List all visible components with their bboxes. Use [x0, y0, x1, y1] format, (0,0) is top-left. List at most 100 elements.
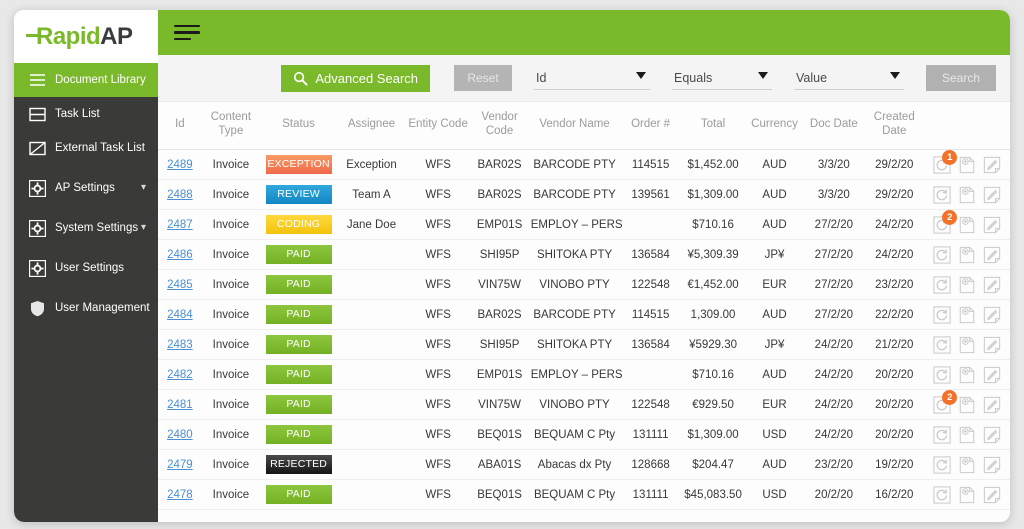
sidebar-item-external-task-list[interactable]: External Task List	[14, 131, 158, 165]
add-document-icon[interactable]	[958, 276, 976, 294]
edit-pencil-icon[interactable]	[983, 426, 1001, 444]
column-header-currency[interactable]: Currency	[745, 102, 804, 151]
history-refresh-icon[interactable]	[933, 186, 951, 204]
column-header-content-type[interactable]: Content Type	[201, 102, 261, 151]
cell-vendor-code: VIN75W	[470, 389, 529, 421]
add-document-icon[interactable]	[958, 246, 976, 264]
history-refresh-icon[interactable]: 1	[933, 149, 958, 174]
reset-button[interactable]: Reset	[454, 65, 512, 91]
edit-pencil-icon[interactable]	[983, 366, 1001, 384]
document-id-link[interactable]: 2481	[167, 399, 193, 411]
column-header-order[interactable]: Order #	[620, 102, 681, 151]
table-row[interactable]: 2483 Invoice PAID WFS SHI95P SHITOKA PTY 13658…	[158, 329, 1010, 361]
sidebar-item-label: User Settings	[55, 262, 125, 274]
document-id-link[interactable]: 2483	[167, 339, 193, 351]
cell-created-date: 20/2/20	[864, 359, 925, 391]
table-row[interactable]: 2482 Invoice PAID WFS EMP01S EMPLOY – PERS $71…	[158, 359, 1010, 391]
history-refresh-icon[interactable]	[933, 246, 951, 264]
sidebar-item-system-settings[interactable]: System Settings ▾	[14, 211, 158, 245]
sidebar-item-user-management[interactable]: User Management	[14, 291, 158, 325]
cell-content-type: Invoice	[201, 209, 261, 241]
add-document-icon[interactable]	[958, 156, 976, 174]
column-header-actions[interactable]	[924, 102, 1010, 151]
list-icon	[28, 105, 46, 123]
column-header-created-date[interactable]: Created Date	[864, 102, 925, 151]
sidebar-item-user-settings[interactable]: User Settings	[14, 251, 158, 285]
table-row[interactable]: 2487 Invoice CODING Jane Doe WFS EMP01S EMPLOY…	[158, 209, 1010, 241]
edit-pencil-icon[interactable]	[983, 156, 1001, 174]
history-refresh-icon[interactable]: 2	[933, 389, 958, 414]
document-id-link[interactable]: 2482	[167, 369, 193, 381]
add-document-icon[interactable]	[958, 366, 976, 384]
chevron-down-icon[interactable]: ▾	[141, 222, 146, 233]
document-id-link[interactable]: 2480	[167, 429, 193, 441]
advanced-search-button[interactable]: Advanced Search	[281, 64, 430, 92]
table-row[interactable]: 2489 Invoice EXCEPTION Exception WFS BAR02S BA…	[158, 149, 1010, 181]
table-row[interactable]: 2486 Invoice PAID WFS SHI95P SHITOKA PTY 13658…	[158, 239, 1010, 271]
search-field-select[interactable]: Id	[534, 67, 650, 90]
history-refresh-icon[interactable]	[933, 306, 951, 324]
column-header-id[interactable]: Id	[158, 102, 202, 151]
sidebar-item-ap-settings[interactable]: AP Settings ▾	[14, 171, 158, 205]
history-refresh-icon[interactable]	[933, 336, 951, 354]
table-row[interactable]: 2480 Invoice PAID WFS BEQ01S BEQUAM C Pty 1311…	[158, 419, 1010, 451]
column-header-vendor-name[interactable]: Vendor Name	[528, 102, 621, 151]
edit-pencil-icon[interactable]	[983, 186, 1001, 204]
cell-vendor-name: Abacas dx Pty	[528, 449, 621, 481]
column-header-entity-code[interactable]: Entity Code	[405, 102, 471, 151]
table-row[interactable]: 2479 Invoice REJECTED WFS ABA01S Abacas dx Pt…	[158, 449, 1010, 481]
table-row[interactable]: 2484 Invoice PAID WFS BAR02S BARCODE PTY 11451…	[158, 299, 1010, 331]
document-id-link[interactable]: 2489	[167, 159, 193, 171]
add-document-icon[interactable]	[958, 216, 976, 234]
document-id-link[interactable]: 2484	[167, 309, 193, 321]
column-header-assignee[interactable]: Assignee	[337, 102, 406, 151]
add-document-icon[interactable]	[958, 336, 976, 354]
table-row[interactable]: 2478 Invoice PAID WFS BEQ01S BEQUAM C Pty 1311…	[158, 479, 1010, 511]
cell-assignee	[337, 479, 406, 511]
cell-assignee	[337, 419, 406, 451]
cell-vendor-name: BEQUAM C Pty	[528, 479, 621, 511]
history-refresh-icon[interactable]	[933, 276, 951, 294]
sidebar-item-document-library[interactable]: Document Library	[14, 63, 158, 97]
cell-id: 2489	[158, 149, 202, 181]
edit-pencil-icon[interactable]	[983, 336, 1001, 354]
edit-pencil-icon[interactable]	[983, 306, 1001, 324]
add-document-icon[interactable]	[958, 426, 976, 444]
search-value-select[interactable]: Value	[794, 67, 904, 90]
edit-pencil-icon[interactable]	[983, 456, 1001, 474]
document-id-link[interactable]: 2487	[167, 219, 193, 231]
history-refresh-icon[interactable]	[933, 366, 951, 384]
document-id-link[interactable]: 2488	[167, 189, 193, 201]
add-document-icon[interactable]	[958, 456, 976, 474]
table-row[interactable]: 2488 Invoice REVIEW Team A WFS BAR02S BARCODE …	[158, 179, 1010, 211]
edit-pencil-icon[interactable]	[983, 216, 1001, 234]
history-refresh-icon[interactable]: 2	[933, 209, 958, 234]
document-id-link[interactable]: 2479	[167, 459, 193, 471]
edit-pencil-icon[interactable]	[983, 276, 1001, 294]
edit-pencil-icon[interactable]	[983, 486, 1001, 504]
history-refresh-icon[interactable]	[933, 426, 951, 444]
add-document-icon[interactable]	[958, 306, 976, 324]
search-button[interactable]: Search	[926, 65, 996, 91]
chevron-down-icon[interactable]: ▾	[141, 182, 146, 193]
hamburger-icon[interactable]	[174, 21, 200, 45]
document-id-link[interactable]: 2486	[167, 249, 193, 261]
add-document-icon[interactable]	[958, 396, 976, 414]
search-operator-select[interactable]: Equals	[672, 67, 772, 90]
history-refresh-icon[interactable]	[933, 486, 951, 504]
document-id-link[interactable]: 2485	[167, 279, 193, 291]
sidebar-item-task-list[interactable]: Task List	[14, 97, 158, 131]
history-refresh-icon[interactable]	[933, 456, 951, 474]
column-header-status[interactable]: Status	[260, 102, 338, 151]
add-document-icon[interactable]	[958, 186, 976, 204]
add-document-icon[interactable]	[958, 486, 976, 504]
table-row[interactable]: 2485 Invoice PAID WFS VIN75W VINOBO PTY 122548…	[158, 269, 1010, 301]
column-header-vendor-code[interactable]: Vendor Code	[470, 102, 529, 151]
table-row[interactable]: 2481 Invoice PAID WFS VIN75W VINOBO PTY 122548…	[158, 389, 1010, 421]
column-header-doc-date[interactable]: Doc Date	[803, 102, 865, 151]
cell-order-number: 136584	[620, 329, 681, 361]
edit-pencil-icon[interactable]	[983, 246, 1001, 264]
column-header-total[interactable]: Total	[680, 102, 746, 151]
document-id-link[interactable]: 2478	[167, 489, 193, 501]
edit-pencil-icon[interactable]	[983, 396, 1001, 414]
